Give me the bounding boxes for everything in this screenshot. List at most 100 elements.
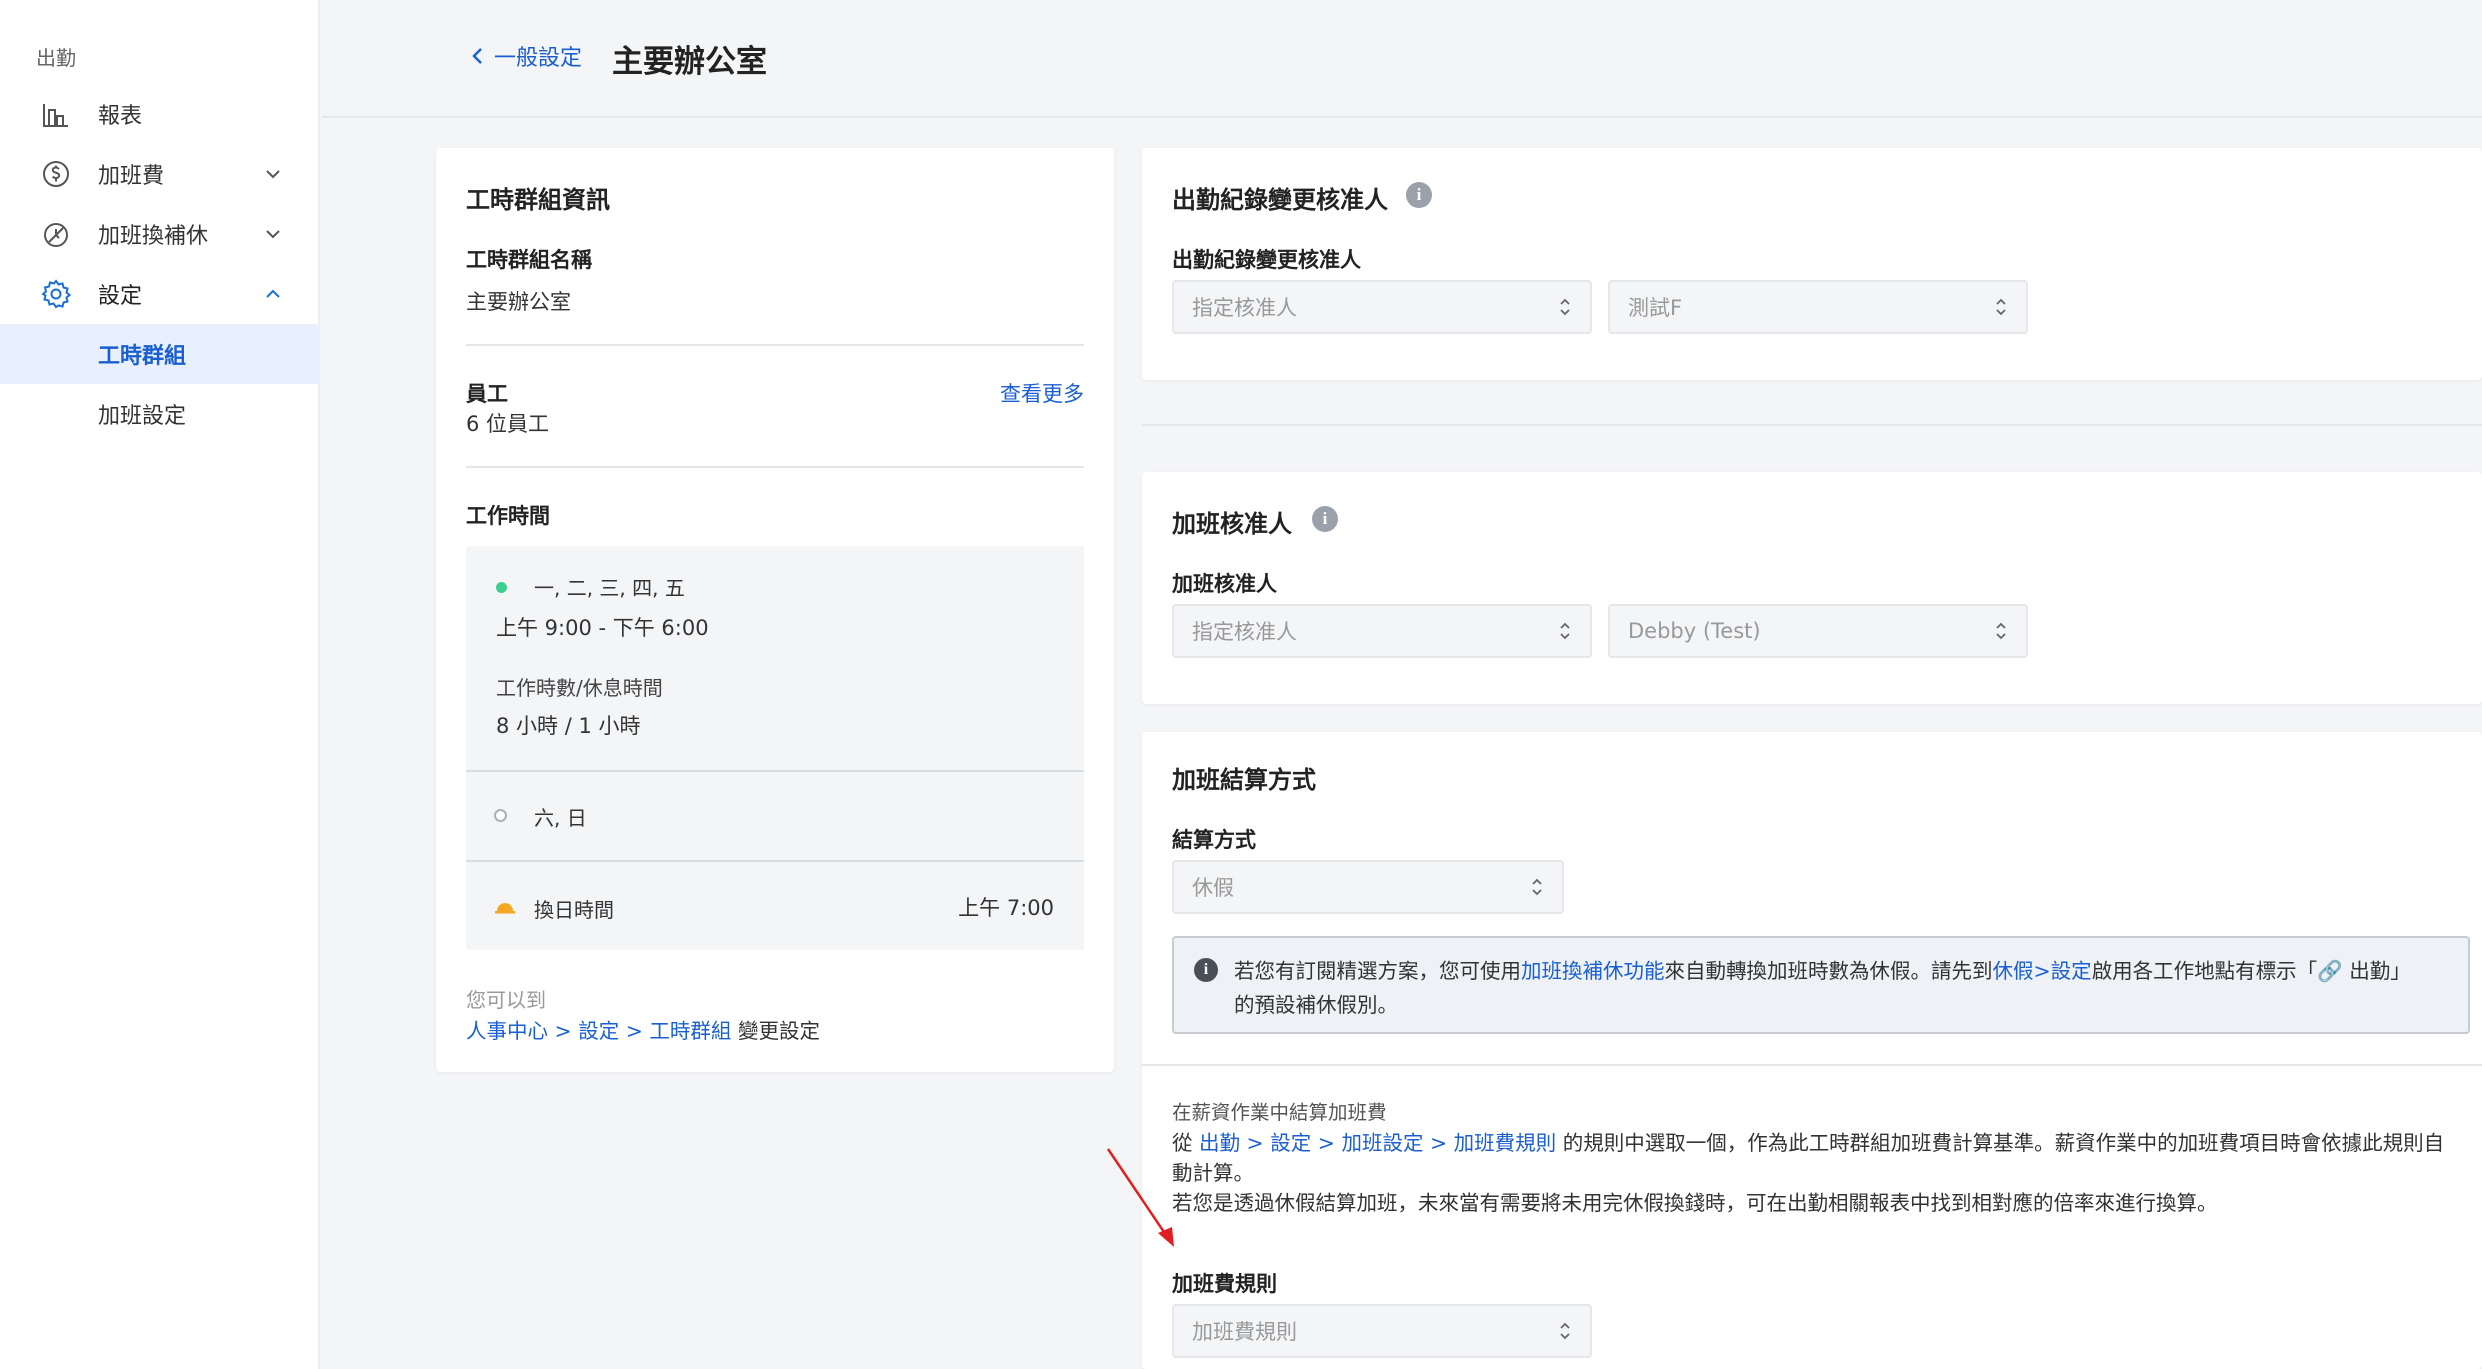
overtime-rule-label: 加班費規則 [1172, 1272, 1277, 1296]
back-link-label: 一般設定 [494, 46, 583, 71]
workhours-value: 上午 9:00 - 下午 6:00 [496, 616, 709, 640]
day-change-value: 上午 7:00 [958, 896, 1054, 920]
page-header: 一般設定 主要辦公室 [322, 0, 2482, 118]
chevron-up-icon [266, 289, 280, 298]
settlement-method-label: 結算方式 [1172, 828, 1256, 852]
section-divider [1142, 424, 2482, 426]
sidebar-item-label: 報表 [98, 104, 143, 129]
settlement-method-select[interactable]: 休假 [1172, 860, 1564, 914]
payroll-subtitle: 在薪資作業中結算加班費 [1172, 1101, 1387, 1124]
note-text: 來自動轉換加班時數為休假。請先到 [1664, 959, 1993, 983]
active-status-dot [496, 582, 507, 593]
leave-settings-link[interactable]: 休假>設定 [1993, 959, 2092, 983]
chevron-down-icon [266, 230, 280, 239]
group-name-value: 主要辦公室 [466, 290, 571, 314]
note-text: 啟用各工作地點有標示「🔗 出勤」 [2091, 959, 2411, 983]
payroll-text: 的規則中選取一個，作為此工時群組加班費計算基準。薪資作業中的加班費項目時會依據此… [1556, 1131, 2445, 1155]
payroll-text: 若您是透過休假結算加班，未來當有需要將未用完休假換錢時，可在出勤相關報表中找到相… [1172, 1191, 2218, 1215]
day-change-box: 換日時間 上午 7:00 [466, 862, 1084, 950]
divider [466, 344, 1084, 346]
sidebar-item-label: 加班費 [98, 164, 165, 189]
chevron-left-icon [472, 48, 482, 64]
inactive-status-dot [494, 809, 507, 822]
select-value: 休假 [1192, 876, 1234, 900]
select-placeholder: 加班費規則 [1192, 1320, 1297, 1344]
report-chart-icon [40, 98, 72, 130]
sidebar-item-overtime-settings[interactable]: 加班設定 [0, 384, 320, 444]
approver-person-select[interactable]: 測試F [1608, 280, 2028, 334]
sidebar-item-overtime-pay[interactable]: 加班費 [0, 144, 320, 204]
overtime-rules-link[interactable]: 出勤 > 設定 > 加班設定 > 加班費規則 [1199, 1131, 1556, 1155]
sort-updown-icon [1560, 1322, 1570, 1340]
overtime-rule-select[interactable]: 加班費規則 [1172, 1304, 1592, 1358]
group-name-label: 工時群組名稱 [466, 248, 592, 272]
sidebar-item-work-hour-group[interactable]: 工時群組 [0, 324, 320, 384]
approver-type-select[interactable]: 指定核准人 [1172, 280, 1592, 334]
attendance-approver-label: 出勤紀錄變更核准人 [1172, 248, 1361, 272]
select-value: 指定核准人 [1192, 620, 1297, 644]
card-title: 加班核准人 [1172, 510, 1292, 538]
sidebar-item-overtime-swap[interactable]: 加班換補休 [0, 204, 320, 264]
info-icon[interactable]: i [1312, 506, 1338, 532]
overtime-settlement-card: 加班結算方式 結算方式 休假 i 若您有訂閱精選方案，您可使用加班換補休功能來自… [1142, 732, 2482, 1369]
sunrise-icon [494, 896, 516, 916]
footer-path-line: 人事中心 > 設定 > 工時群組 變更設定 [466, 1014, 820, 1044]
sidebar-item-reports[interactable]: 報表 [0, 84, 320, 144]
sidebar-item-label: 工時群組 [98, 344, 187, 369]
swap-time-icon [40, 218, 72, 250]
info-icon: i [1194, 958, 1218, 982]
overtime-swap-link[interactable]: 加班換補休功能 [1521, 959, 1665, 983]
employees-label: 員工 [466, 382, 508, 406]
sidebar-item-label: 加班設定 [98, 404, 187, 429]
view-more-link[interactable]: 查看更多 [1000, 378, 1084, 408]
back-link[interactable]: 一般設定 [468, 40, 582, 72]
hours-break-value: 8 小時 / 1 小時 [496, 714, 641, 738]
page-title: 主要辦公室 [612, 44, 767, 80]
sort-updown-icon [1996, 298, 2006, 316]
select-value: 測試F [1628, 296, 1683, 320]
info-icon[interactable]: i [1406, 182, 1432, 208]
hours-break-label: 工作時數/休息時間 [496, 676, 663, 700]
employees-value: 6 位員工 [466, 412, 550, 436]
sidebar: 出勤 報表 加班費 加班換補休 設定 工時群組 加班設定 [0, 0, 320, 1369]
divider [466, 466, 1084, 468]
select-value: Debby (Test) [1628, 619, 1761, 643]
info-note-text: 若您有訂閱精選方案，您可使用加班換補休功能來自動轉換加班時數為休假。請先到休假>… [1234, 954, 2448, 1022]
payroll-description: 從 出勤 > 設定 > 加班設定 > 加班費規則 的規則中選取一個，作為此工時群… [1172, 1128, 2462, 1218]
gear-icon [40, 278, 72, 310]
note-text: 的預設補休假別。 [1234, 993, 1398, 1017]
sort-updown-icon [1996, 622, 2006, 640]
card-title: 加班結算方式 [1172, 766, 1316, 794]
attendance-approver-card: 出勤紀錄變更核准人 i 出勤紀錄變更核准人 指定核准人 測試F [1142, 148, 2482, 380]
footer-hint: 您可以到 [466, 988, 546, 1012]
weekend-value: 六, 日 [534, 806, 587, 830]
overtime-approver-card: 加班核准人 i 加班核准人 指定核准人 Debby (Test) [1142, 472, 2482, 704]
approver-type-select[interactable]: 指定核准人 [1172, 604, 1592, 658]
overtime-approver-label: 加班核准人 [1172, 572, 1277, 596]
sidebar-item-label: 設定 [98, 284, 143, 309]
weekend-box: 六, 日 [466, 772, 1084, 860]
card-title: 工時群組資訊 [466, 186, 610, 214]
day-change-label: 換日時間 [534, 898, 614, 922]
workdays-value: 一, 二, 三, 四, 五 [534, 576, 685, 600]
red-annotation-arrow-icon [1106, 1148, 1174, 1247]
hr-settings-link[interactable]: 人事中心 > 設定 > 工時群組 [466, 1019, 731, 1043]
sidebar-item-settings[interactable]: 設定 [0, 264, 320, 324]
select-value: 指定核准人 [1192, 296, 1297, 320]
sort-updown-icon [1532, 878, 1542, 896]
note-text: 若您有訂閱精選方案，您可使用 [1234, 959, 1521, 983]
divider [1142, 1064, 2482, 1066]
sort-updown-icon [1560, 298, 1570, 316]
work-group-info-card: 工時群組資訊 工時群組名稱 主要辦公室 員工 6 位員工 查看更多 工作時間 一… [436, 148, 1114, 1072]
card-title: 出勤紀錄變更核准人 [1172, 186, 1388, 214]
info-note-box: i 若您有訂閱精選方案，您可使用加班換補休功能來自動轉換加班時數為休假。請先到休… [1172, 936, 2470, 1034]
dollar-circle-icon [40, 158, 72, 190]
sidebar-section-title: 出勤 [36, 46, 76, 70]
chevron-down-icon [266, 170, 280, 179]
sidebar-item-label: 加班換補休 [98, 224, 209, 249]
approver-person-select[interactable]: Debby (Test) [1608, 604, 2028, 658]
sort-updown-icon [1560, 622, 1570, 640]
footer-suffix: 變更設定 [731, 1019, 820, 1043]
work-time-label: 工作時間 [466, 504, 550, 528]
workday-schedule-box: 一, 二, 三, 四, 五 上午 9:00 - 下午 6:00 工作時數/休息時… [466, 546, 1084, 770]
